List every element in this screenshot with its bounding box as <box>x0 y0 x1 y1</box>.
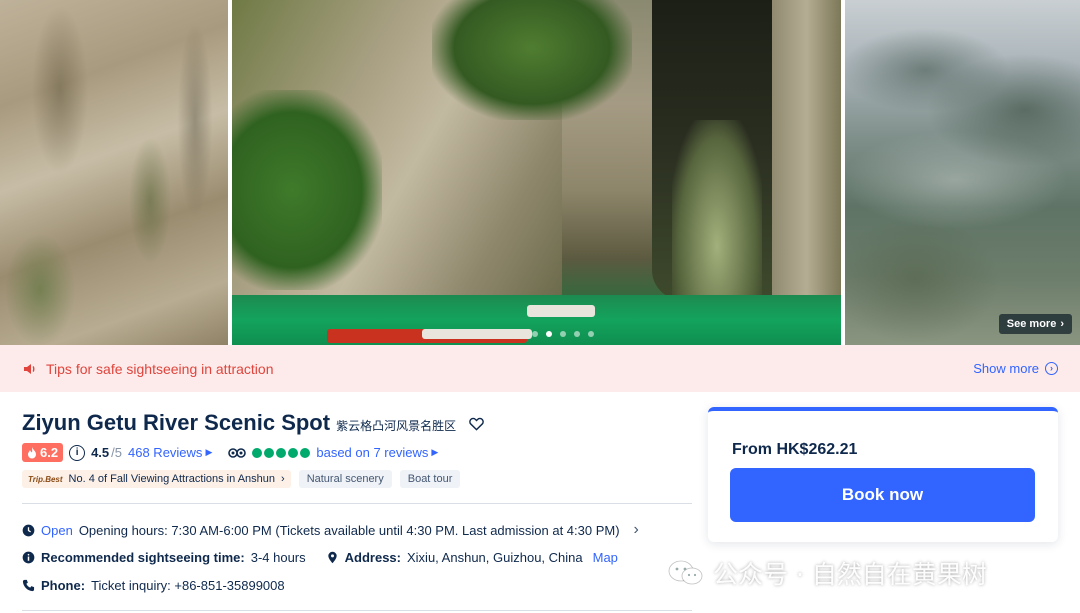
carousel-dot[interactable] <box>560 331 566 337</box>
rating-bubble <box>252 447 263 458</box>
carousel-dot[interactable] <box>532 331 538 337</box>
tag-chip: Natural scenery <box>298 470 392 488</box>
gallery-photo-main[interactable] <box>232 0 841 345</box>
page-title: Ziyun Getu River Scenic Spot <box>22 410 331 435</box>
book-now-button[interactable]: Book now <box>730 468 1035 522</box>
phone-icon <box>22 579 35 592</box>
show-more-label: Show more <box>973 361 1039 376</box>
recommended-address-row: Recommended sightseeing time: 3-4 hours … <box>22 550 618 565</box>
see-more-label: See more <box>1006 318 1057 330</box>
ranking-badge[interactable]: Trip.Best No. 4 of Fall Viewing Attracti… <box>22 470 291 488</box>
speaker-icon <box>24 363 35 374</box>
hot-score-value: 6.2 <box>40 445 59 460</box>
opening-hours-row[interactable]: Open Opening hours: 7:30 AM-6:00 PM (Tic… <box>22 521 639 539</box>
photo-boat <box>527 305 595 317</box>
tips-text: Tips for safe sightseeing in attraction <box>46 360 274 377</box>
safety-tips-bar[interactable]: Tips for safe sightseeing in attraction … <box>0 345 1080 392</box>
photo-cave-light <box>672 120 762 300</box>
address-value: Xixiu, Anshun, Guizhou, China <box>407 550 583 565</box>
rating-total: /5 <box>111 445 122 460</box>
reviews-label: 468 Reviews <box>128 445 203 460</box>
opening-hours-text: Opening hours: 7:30 AM-6:00 PM (Tickets … <box>78 522 620 538</box>
caret-right-icon: ▶ <box>431 447 439 457</box>
photo-boat-canopy <box>422 329 532 339</box>
phone-value: Ticket inquiry: +86-851-35899008 <box>91 578 285 593</box>
carousel-dot[interactable] <box>588 331 594 337</box>
rating-score: 4.5 <box>91 445 110 460</box>
photo-cliff-right <box>772 0 841 300</box>
wechat-watermark: 公众号 · 自然自在黄果树 <box>667 555 987 591</box>
pin-icon <box>327 551 337 564</box>
photo-foliage-top <box>432 0 632 120</box>
watermark-text: 公众号 · 自然自在黄果树 <box>713 560 987 589</box>
map-link[interactable]: Map <box>593 550 618 565</box>
tripadvisor-link[interactable]: based on 7 reviews ▶ <box>316 445 438 460</box>
divider <box>22 610 692 611</box>
phone-row: Phone: Ticket inquiry: +86-851-35899008 <box>22 578 285 593</box>
rating-bubble <box>288 447 299 458</box>
show-more-link[interactable]: Show more › <box>973 361 1058 376</box>
address-label: Address: <box>344 550 401 565</box>
carousel-dot-active[interactable] <box>546 331 552 337</box>
open-status: Open <box>41 522 73 538</box>
price-text: From HK$262.21 <box>732 441 858 458</box>
wechat-logo-icon <box>668 560 703 585</box>
heart-icon[interactable] <box>468 415 485 432</box>
tripadvisor-text: based on 7 reviews <box>316 445 429 460</box>
local-name: 紫云格凸河风景名胜区 <box>336 419 457 433</box>
recommended-time-value: 3-4 hours <box>250 550 306 565</box>
see-more-button[interactable]: See more › <box>998 314 1072 334</box>
rating-bubble <box>300 447 311 458</box>
phone-label: Phone: <box>41 578 86 593</box>
gallery-photo-cliff[interactable] <box>0 0 228 345</box>
info-icon[interactable]: i <box>69 444 86 461</box>
clock-icon <box>22 524 35 536</box>
chevron-circle-icon: › <box>1045 362 1058 375</box>
reviews-link[interactable]: 468 Reviews ▶ <box>128 445 212 460</box>
hot-score-badge: 6.2 <box>22 443 64 462</box>
tripadvisor-bubbles <box>252 447 311 458</box>
info-circle-icon <box>22 551 35 564</box>
tag-chip: Boat tour <box>399 470 461 488</box>
chevron-right-icon[interactable]: › <box>634 521 639 539</box>
carousel-dots[interactable] <box>532 331 594 337</box>
owl-icon <box>228 447 247 458</box>
rating-bubble <box>276 447 287 458</box>
title-row: Ziyun Getu River Scenic Spot 紫云格凸河风景名胜区 <box>22 410 485 436</box>
fire-icon <box>28 446 36 458</box>
ranking-text: No. 4 of Fall Viewing Attractions in Ans… <box>68 473 276 485</box>
carousel-dot[interactable] <box>574 331 580 337</box>
gallery-photo-mountains[interactable]: See more › <box>845 0 1080 345</box>
chevron-right-icon: › <box>1060 318 1064 330</box>
rating-row: 6.2 i 4.5 /5 468 Reviews ▶ based on 7 re… <box>22 443 438 462</box>
photo-river <box>232 295 841 345</box>
divider <box>22 503 692 504</box>
recommended-time-label: Recommended sightseeing time: <box>41 550 245 565</box>
trip-best-logo: Trip.Best <box>28 474 63 484</box>
caret-right-icon: ▶ <box>205 447 213 457</box>
badge-row: Trip.Best No. 4 of Fall Viewing Attracti… <box>22 470 461 488</box>
photo-gallery[interactable]: See more › <box>0 0 1080 345</box>
booking-card: From HK$262.21 Book now <box>708 407 1058 542</box>
rating-bubble <box>264 447 275 458</box>
chevron-right-icon: › <box>281 473 285 485</box>
photo-foliage <box>232 90 382 290</box>
